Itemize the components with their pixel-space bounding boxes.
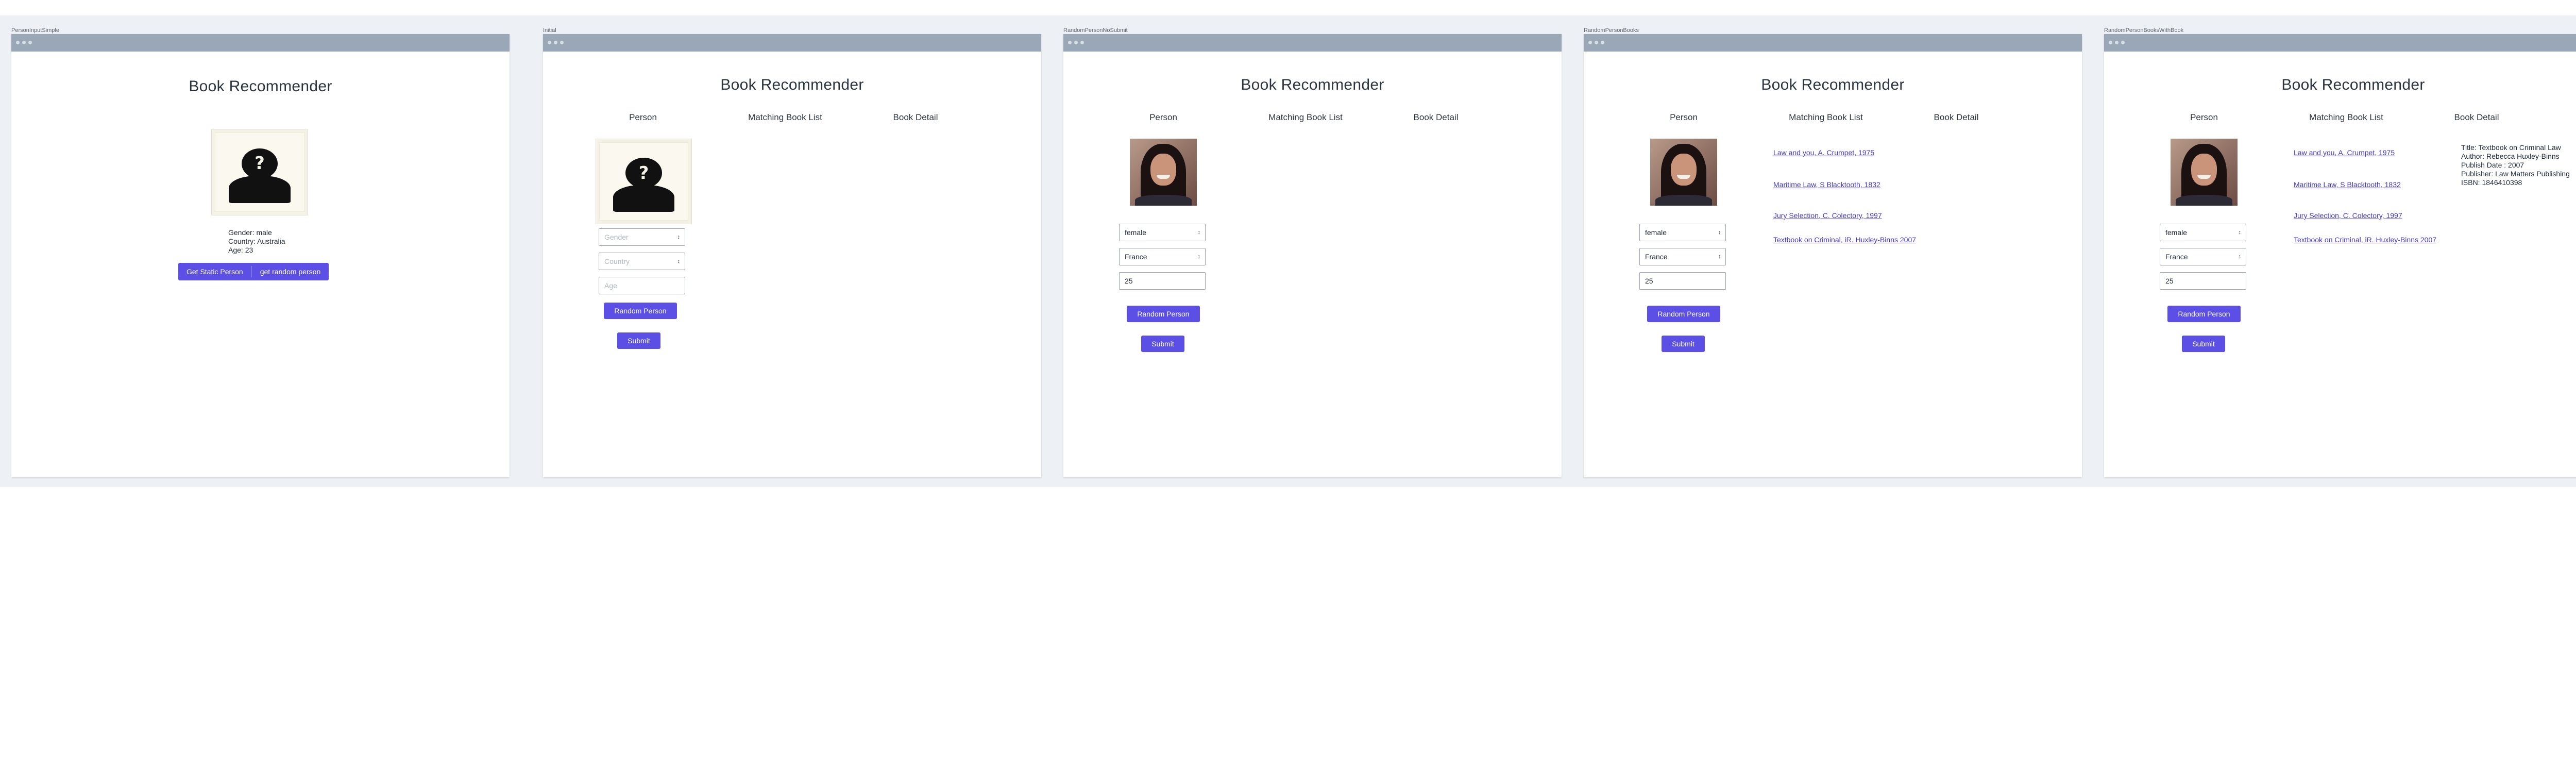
window-dot-icon — [16, 41, 20, 44]
person-age: Age: 23 — [228, 246, 253, 254]
app-title: Book Recommender — [720, 76, 864, 93]
frame-label: Initial — [543, 27, 556, 34]
window-dot-icon — [1080, 41, 1084, 44]
person-column-header: Person — [2190, 112, 2218, 122]
browser-chrome — [1063, 34, 1562, 52]
updown-caret-icon: ↕ — [1197, 229, 1201, 236]
person-photo — [1130, 139, 1197, 206]
window-dot-icon — [1595, 41, 1598, 44]
submit-button[interactable]: Submit — [2182, 336, 2225, 352]
browser-chrome — [543, 34, 1041, 52]
book-link[interactable]: Jury Selection, C. Colectory, 1997 — [2294, 211, 2402, 220]
gender-select[interactable]: Gender ↕ — [599, 228, 685, 246]
frame-random-person-no-submit: Book Recommender Person Matching Book Li… — [1063, 34, 1562, 477]
age-input[interactable]: 25 — [1639, 272, 1726, 290]
window-dot-icon — [1588, 41, 1592, 44]
gender-select[interactable]: female ↕ — [1639, 224, 1726, 241]
frame-label: RandomPersonBooksWithBook — [2104, 27, 2184, 34]
person-country: Country: Australia — [228, 237, 285, 245]
updown-caret-icon: ↕ — [1197, 254, 1201, 260]
person-column-header: Person — [1149, 112, 1177, 122]
frame-random-person-books: Book Recommender Person Matching Book Li… — [1584, 34, 2082, 477]
random-person-button[interactable]: Random Person — [1647, 306, 1720, 322]
country-select[interactable]: France ↕ — [1119, 248, 1206, 265]
book-list-column-header: Matching Book List — [748, 112, 822, 122]
book-link[interactable]: Textbook on Criminal, iR. Huxley-Binns 2… — [2294, 236, 2436, 244]
book-detail-column-header: Book Detail — [893, 112, 938, 122]
book-detail-column-header: Book Detail — [2454, 112, 2499, 122]
age-input[interactable]: 25 — [2160, 272, 2246, 290]
book-detail-column-header: Book Detail — [1934, 112, 1979, 122]
person-gender: Gender: male — [228, 228, 272, 237]
book-detail-column-header: Book Detail — [1413, 112, 1459, 122]
app-title: Book Recommender — [189, 78, 332, 95]
book-link[interactable]: Law and you, A. Crumpet, 1975 — [2294, 148, 2395, 157]
window-dot-icon — [1074, 41, 1078, 44]
updown-caret-icon: ↕ — [677, 234, 681, 240]
frame-initial: Book Recommender Person Matching Book Li… — [543, 34, 1041, 477]
person-column-header: Person — [1670, 112, 1698, 122]
book-link[interactable]: Jury Selection, C. Colectory, 1997 — [1773, 211, 1882, 220]
frame-person-input-simple: Book Recommender ? Gender: male Country:… — [11, 34, 510, 477]
gender-select[interactable]: female ↕ — [2160, 224, 2246, 241]
person-button-group: Get Static Person get random person — [178, 263, 329, 280]
get-random-person-button[interactable]: get random person — [251, 263, 329, 280]
frame-label: RandomPersonNoSubmit — [1063, 27, 1128, 34]
frame-label: PersonInputSimple — [11, 27, 59, 34]
country-select[interactable]: France ↕ — [1639, 248, 1726, 265]
frame-random-person-books-with-book: Book Recommender Person Matching Book Li… — [2104, 34, 2576, 477]
book-detail-publisher: Publisher: Law Matters Publishing — [2461, 170, 2570, 178]
country-select[interactable]: France ↕ — [2160, 248, 2246, 265]
window-dot-icon — [1068, 41, 1072, 44]
unknown-person-silhouette-icon: ? — [211, 129, 308, 215]
book-list-column-header: Matching Book List — [1789, 112, 1863, 122]
window-dot-icon — [548, 41, 551, 44]
book-link[interactable]: Textbook on Criminal, iR. Huxley-Binns 2… — [1773, 236, 1916, 244]
window-dot-icon — [28, 41, 32, 44]
age-input[interactable]: 25 — [1119, 272, 1206, 290]
random-person-button[interactable]: Random Person — [2167, 306, 2241, 322]
book-detail-isbn: ISBN: 1846410398 — [2461, 178, 2522, 187]
person-photo — [2171, 139, 2238, 206]
book-link[interactable]: Maritime Law, S Blacktooth, 1832 — [2294, 180, 2401, 189]
unknown-person-silhouette-icon: ? — [596, 139, 692, 224]
updown-caret-icon: ↕ — [1718, 254, 1721, 260]
browser-chrome — [11, 34, 510, 52]
browser-chrome — [2104, 34, 2576, 52]
age-input[interactable]: Age — [599, 277, 685, 294]
random-person-button[interactable]: Random Person — [1127, 306, 1200, 322]
window-dot-icon — [2121, 41, 2125, 44]
book-list-column-header: Matching Book List — [2309, 112, 2383, 122]
submit-button[interactable]: Submit — [1662, 336, 1705, 352]
book-detail-publish-date: Publish Date : 2007 — [2461, 161, 2524, 169]
window-dot-icon — [554, 41, 557, 44]
person-column-header: Person — [629, 112, 657, 122]
updown-caret-icon: ↕ — [677, 258, 681, 264]
updown-caret-icon: ↕ — [2238, 229, 2242, 236]
random-person-button[interactable]: Random Person — [604, 303, 677, 319]
book-link[interactable]: Maritime Law, S Blacktooth, 1832 — [1773, 180, 1880, 189]
window-dot-icon — [2109, 41, 2112, 44]
window-dot-icon — [22, 41, 26, 44]
frame-label: RandomPersonBooks — [1584, 27, 1639, 34]
gender-select[interactable]: female ↕ — [1119, 224, 1206, 241]
window-dot-icon — [2115, 41, 2119, 44]
updown-caret-icon: ↕ — [2238, 254, 2242, 260]
window-dot-icon — [1601, 41, 1604, 44]
submit-button[interactable]: Submit — [617, 332, 660, 349]
window-dot-icon — [560, 41, 564, 44]
submit-button[interactable]: Submit — [1141, 336, 1184, 352]
browser-chrome — [1584, 34, 2082, 52]
book-detail-author: Author: Rebecca Huxley-Binns — [2461, 152, 2560, 160]
book-detail-title: Title: Textbook on Criminal Law — [2461, 143, 2561, 152]
book-link[interactable]: Law and you, A. Crumpet, 1975 — [1773, 148, 1874, 157]
person-photo — [1650, 139, 1717, 206]
app-title: Book Recommender — [1761, 76, 1905, 93]
country-select[interactable]: Country ↕ — [599, 253, 685, 270]
get-static-person-button[interactable]: Get Static Person — [178, 263, 251, 280]
app-title: Book Recommender — [2281, 76, 2425, 93]
app-title: Book Recommender — [1241, 76, 1384, 93]
updown-caret-icon: ↕ — [1718, 229, 1721, 236]
book-list-column-header: Matching Book List — [1268, 112, 1343, 122]
